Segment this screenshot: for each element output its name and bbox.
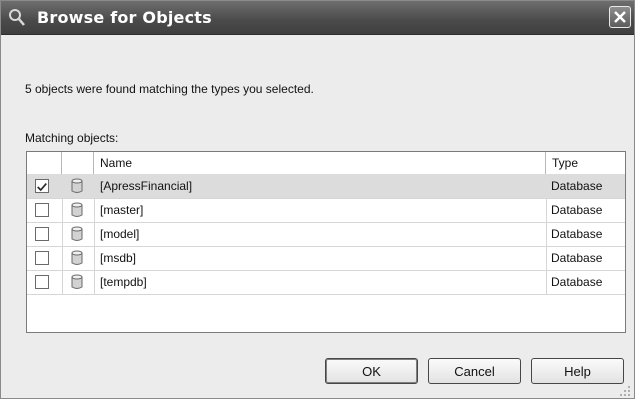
ok-button[interactable]: OK bbox=[325, 358, 418, 384]
matching-objects-label: Matching objects: bbox=[25, 131, 119, 145]
database-icon bbox=[71, 178, 83, 193]
row-divider bbox=[27, 294, 625, 295]
window-title: Browse for Objects bbox=[37, 8, 212, 27]
resize-grip-icon[interactable] bbox=[619, 385, 631, 397]
row-type: Database bbox=[551, 251, 603, 265]
results-message: 5 objects were found matching the types … bbox=[25, 82, 314, 96]
search-icon bbox=[9, 9, 25, 26]
list-row[interactable]: [ApressFinancial] Database bbox=[27, 174, 625, 198]
matching-objects-list[interactable]: Name Type [ApressFinancial] Database [ma… bbox=[26, 151, 626, 333]
row-name: [tempdb] bbox=[100, 275, 147, 289]
row-type: Database bbox=[551, 203, 603, 217]
list-row[interactable]: [tempdb] Database bbox=[27, 270, 625, 294]
column-header-check[interactable] bbox=[27, 152, 62, 174]
row-checkbox[interactable] bbox=[35, 251, 49, 265]
row-type: Database bbox=[551, 227, 603, 241]
database-icon bbox=[71, 250, 83, 265]
row-checkbox[interactable] bbox=[35, 203, 49, 217]
database-icon bbox=[71, 226, 83, 241]
list-row[interactable]: [master] Database bbox=[27, 198, 625, 222]
browse-for-objects-dialog: Browse for Objects 5 objects were found … bbox=[0, 0, 635, 399]
title-bar[interactable]: Browse for Objects bbox=[1, 1, 634, 35]
row-name: [model] bbox=[100, 227, 140, 241]
cancel-button[interactable]: Cancel bbox=[428, 358, 521, 384]
column-header-icon[interactable] bbox=[62, 152, 94, 174]
list-header: Name Type bbox=[27, 152, 625, 175]
row-name: [master] bbox=[100, 203, 144, 217]
database-icon bbox=[71, 202, 83, 217]
row-type: Database bbox=[551, 275, 603, 289]
column-header-name[interactable]: Name bbox=[94, 152, 546, 174]
close-button[interactable] bbox=[609, 6, 631, 28]
row-checkbox[interactable] bbox=[35, 275, 49, 289]
list-row[interactable]: [msdb] Database bbox=[27, 246, 625, 270]
row-checkbox[interactable] bbox=[35, 179, 49, 193]
checkmark-icon bbox=[37, 183, 47, 192]
row-checkbox[interactable] bbox=[35, 227, 49, 241]
row-name: [msdb] bbox=[100, 251, 137, 265]
row-name: [ApressFinancial] bbox=[100, 179, 193, 193]
close-icon bbox=[614, 11, 626, 23]
row-type: Database bbox=[551, 179, 603, 193]
help-button[interactable]: Help bbox=[531, 358, 624, 384]
database-icon bbox=[71, 274, 83, 289]
column-header-type[interactable]: Type bbox=[546, 152, 625, 174]
list-row[interactable]: [model] Database bbox=[27, 222, 625, 246]
